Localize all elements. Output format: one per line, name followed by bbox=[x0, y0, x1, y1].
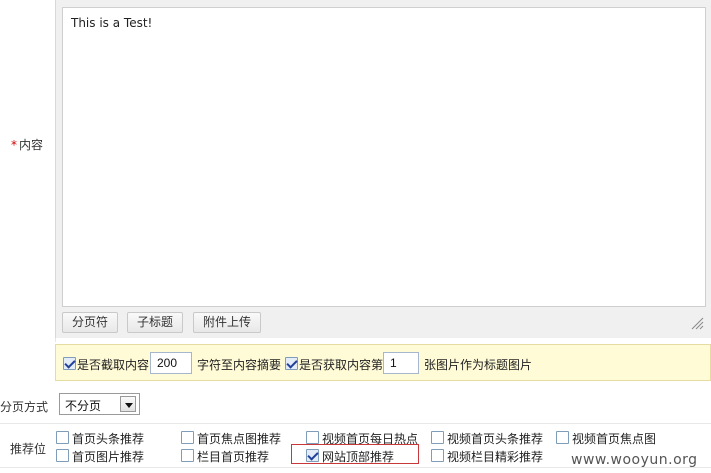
position-checkbox[interactable] bbox=[306, 431, 319, 444]
summary-suffix-text: 字符至内容摘要 bbox=[197, 358, 282, 372]
position-checkbox[interactable] bbox=[56, 449, 69, 462]
position-label: 视频栏目精彩推荐 bbox=[447, 450, 544, 464]
resize-grip-icon[interactable] bbox=[690, 316, 704, 330]
watermark: www.wooyun.org bbox=[571, 452, 698, 468]
positions-label: 推荐位 bbox=[10, 442, 47, 456]
position-label: 首页头条推荐 bbox=[72, 432, 145, 446]
paging-selected-value: 不分页 bbox=[65, 399, 102, 413]
auto-thumb-label: 是否获取内容第 bbox=[299, 358, 384, 372]
auto-thumb-checkbox[interactable] bbox=[285, 357, 298, 370]
attachment-upload-button[interactable]: 附件上传 bbox=[193, 312, 262, 333]
paging-label: 分页方式 bbox=[0, 400, 49, 414]
position-checkbox[interactable] bbox=[56, 431, 69, 444]
summary-length-input[interactable] bbox=[150, 352, 192, 374]
position-label: 视频首页头条推荐 bbox=[447, 432, 544, 446]
required-star: * bbox=[11, 138, 17, 152]
divider bbox=[0, 423, 711, 424]
position-label: 视频首页焦点图 bbox=[572, 432, 657, 446]
position-checkbox[interactable] bbox=[306, 449, 319, 462]
label-column bbox=[0, 0, 56, 342]
paging-select[interactable]: 不分页 bbox=[59, 393, 140, 415]
subtitle-button[interactable]: 子标题 bbox=[127, 312, 184, 333]
position-checkbox[interactable] bbox=[181, 449, 194, 462]
position-checkbox[interactable] bbox=[431, 449, 444, 462]
auto-summary-label: 是否截取内容 bbox=[77, 358, 150, 372]
position-label: 网站顶部推荐 bbox=[322, 450, 395, 464]
editor-text: This is a Test! bbox=[71, 16, 153, 30]
position-label: 首页焦点图推荐 bbox=[197, 432, 282, 446]
position-label: 栏目首页推荐 bbox=[197, 450, 270, 464]
content-editor[interactable]: This is a Test! bbox=[62, 7, 706, 307]
content-label-text: 内容 bbox=[19, 138, 44, 152]
thumb-suffix-text: 张图片作为标题图片 bbox=[424, 358, 533, 372]
position-label: 首页图片推荐 bbox=[72, 450, 145, 464]
page-break-button[interactable]: 分页符 bbox=[62, 312, 119, 333]
auto-summary-checkbox[interactable] bbox=[63, 357, 76, 370]
chevron-down-icon[interactable] bbox=[120, 396, 136, 412]
position-checkbox[interactable] bbox=[181, 431, 194, 444]
position-checkbox[interactable] bbox=[431, 431, 444, 444]
thumb-index-input[interactable] bbox=[383, 352, 419, 374]
content-label: * 内容 bbox=[11, 136, 43, 153]
position-checkbox[interactable] bbox=[556, 431, 569, 444]
